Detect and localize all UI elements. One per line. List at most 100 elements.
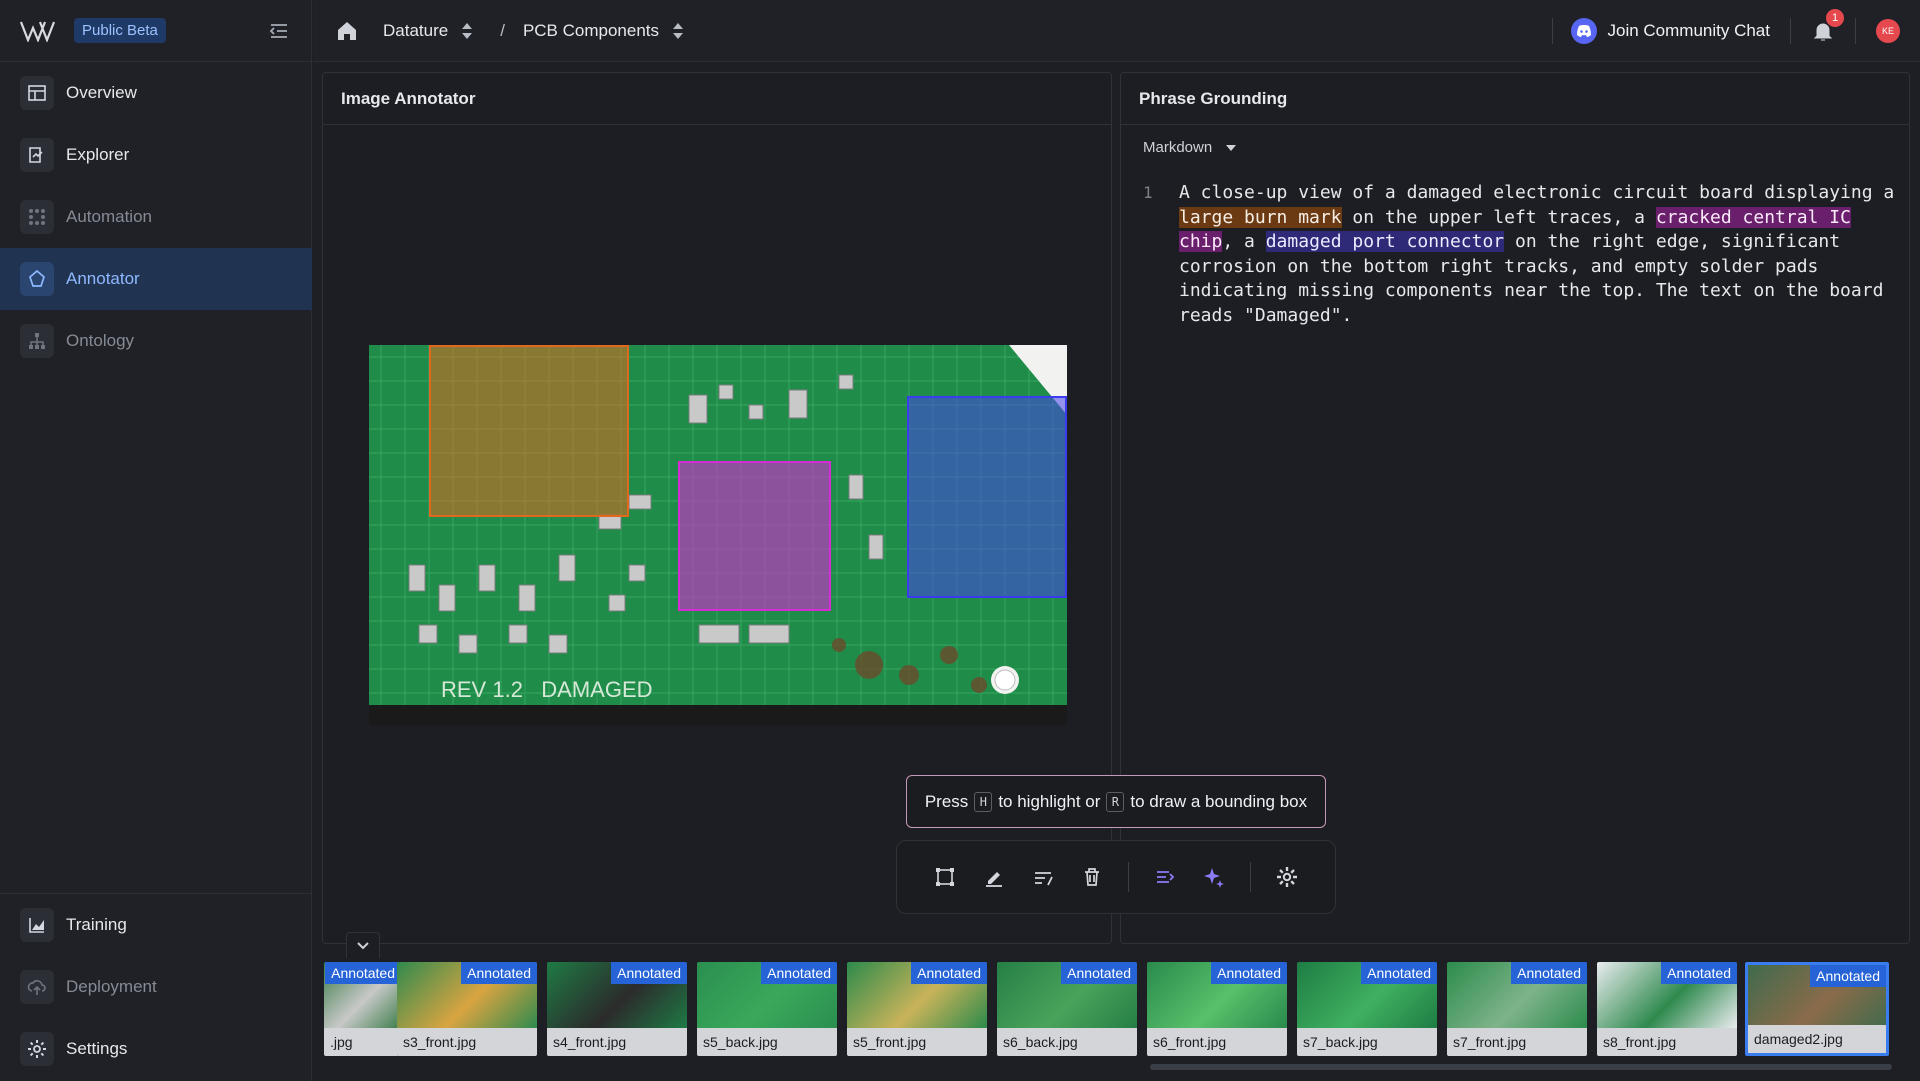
thumbnail-7[interactable]: Annotated s7_back.jpg [1297, 962, 1437, 1056]
thumbnail-filename: s7_back.jpg [1297, 1028, 1437, 1056]
sidebar-item-label: Training [66, 915, 127, 934]
breadcrumb-separator: / [500, 20, 505, 40]
collapse-sidebar-icon[interactable] [267, 19, 291, 43]
community-label: Join Community Chat [1607, 20, 1770, 40]
thumbnail-1[interactable]: Annotated s3_front.jpg [397, 962, 537, 1056]
ai-sparkle-icon[interactable] [1201, 864, 1227, 890]
discord-icon [1571, 17, 1598, 44]
user-avatar[interactable]: KE [1876, 18, 1900, 43]
join-community-button[interactable]: Join Community Chat [1571, 17, 1770, 44]
explorer-icon [20, 138, 54, 172]
caption-text[interactable]: A close-up view of a damaged electronic … [1179, 181, 1899, 329]
bounding-box-burn-mark[interactable] [429, 345, 629, 517]
sidebar-item-deployment[interactable]: Deployment [0, 956, 312, 1018]
datature-logo-icon[interactable] [20, 20, 56, 42]
sidebar-bottom-nav: Training Deployment Settings [0, 893, 312, 1080]
annotated-badge: Annotated [325, 962, 401, 984]
toolbar-settings-gear-icon[interactable] [1274, 864, 1300, 890]
divider [1855, 17, 1856, 44]
bounding-box-ic-chip[interactable] [678, 461, 831, 611]
panel-title: Phrase Grounding [1121, 73, 1909, 125]
bounding-box-port-connector[interactable] [907, 396, 1067, 598]
auto-align-icon[interactable] [1152, 864, 1178, 890]
ontology-icon [20, 324, 54, 358]
thumbnail-5[interactable]: Annotated s6_back.jpg [997, 962, 1137, 1056]
sort-toggle-icon [673, 22, 684, 39]
thumbnail-filename: damaged2.jpg [1748, 1025, 1886, 1053]
divider [1552, 17, 1554, 44]
settings-gear-icon [20, 1032, 54, 1066]
annotated-badge: Annotated [1211, 962, 1287, 984]
thumbnail-filename: s3_front.jpg [397, 1028, 537, 1056]
key-r: R [1106, 791, 1125, 812]
thumbnail-0[interactable]: Annotated .jpg [324, 962, 401, 1056]
thumbnail-filename: s8_front.jpg [1597, 1028, 1737, 1056]
thumbnail-3[interactable]: Annotated s5_back.jpg [697, 962, 837, 1056]
highlight-burn-mark[interactable]: large burn mark [1179, 206, 1342, 228]
highlighter-icon[interactable] [981, 864, 1007, 890]
sidebar-item-settings[interactable]: Settings [0, 1018, 312, 1080]
caret-down-icon [1226, 144, 1237, 151]
thumbnail-filename: .jpg [324, 1028, 401, 1056]
sidebar-item-explorer[interactable]: Explorer [0, 124, 312, 186]
annotated-badge: Annotated [761, 962, 837, 984]
sidebar-item-label: Settings [66, 1039, 128, 1058]
sidebar-item-overview[interactable]: Overview [0, 62, 312, 124]
breadcrumb-workspace[interactable]: Datature [383, 21, 474, 41]
thumbnail-6[interactable]: Annotated s6_front.jpg [1147, 962, 1287, 1056]
thumbnail-4[interactable]: Annotated s5_front.jpg [847, 962, 987, 1056]
breadcrumb-project-label: PCB Components [522, 20, 660, 40]
delete-trash-icon[interactable] [1079, 864, 1105, 890]
caption-segment: , a [1222, 231, 1266, 253]
annotated-badge: Annotated [1061, 962, 1137, 984]
sidebar-item-label: Overview [66, 83, 137, 102]
pcb-board-text: REV 1.2 DAMAGED [441, 677, 653, 702]
annotation-toolbar [896, 840, 1336, 914]
chevron-down-icon [357, 941, 369, 949]
sidebar-item-ontology[interactable]: Ontology [0, 310, 312, 372]
sidebar-item-label: Deployment [66, 977, 157, 996]
notification-count-badge: 1 [1826, 8, 1844, 27]
automation-icon [20, 200, 54, 234]
thumbnail-9[interactable]: Annotated s8_front.jpg [1597, 962, 1737, 1056]
annotated-badge: Annotated [611, 962, 687, 984]
bounding-box-tool-icon[interactable] [932, 864, 958, 890]
annotated-badge: Annotated [911, 962, 987, 984]
highlight-port-connector[interactable]: damaged port connector [1265, 231, 1505, 253]
thumbnail-8[interactable]: Annotated s7_front.jpg [1447, 962, 1587, 1056]
sidebar-item-label: Automation [66, 207, 152, 226]
image-filmstrip: Annotated .jpg Annotated s3_front.jpg Annota… [322, 958, 1910, 1076]
overview-icon [20, 76, 54, 110]
sidebar: Public Beta Overview Explorer Automation… [0, 0, 312, 1081]
sidebar-item-label: Explorer [66, 145, 130, 164]
key-h: H [974, 791, 993, 812]
breadcrumb-workspace-label: Datature [383, 20, 449, 40]
line-number: 1 [1143, 183, 1153, 202]
caption-segment: A close-up view of a damaged electronic … [1179, 182, 1895, 203]
sort-toggle-icon [462, 22, 473, 39]
sidebar-item-training[interactable]: Training [0, 894, 312, 956]
sidebar-item-automation[interactable]: Automation [0, 186, 312, 248]
thumbnail-filename: s4_front.jpg [547, 1028, 687, 1056]
thumbnail-filename: s5_front.jpg [847, 1028, 987, 1056]
thumbnail-10[interactable]: Annotated damaged2.jpg [1745, 962, 1889, 1056]
thumbnail-2[interactable]: Annotated s4_front.jpg [547, 962, 687, 1056]
divider [1790, 17, 1791, 44]
sidebar-item-label: Ontology [66, 331, 135, 350]
filmstrip-scrollbar[interactable] [1150, 1064, 1892, 1070]
breadcrumb-project[interactable]: PCB Components [523, 21, 685, 41]
format-select[interactable]: Markdown [1143, 139, 1237, 156]
clear-highlight-icon[interactable] [1030, 864, 1056, 890]
annotated-badge: Annotated [1661, 962, 1737, 984]
annotation-canvas[interactable]: REV 1.2 DAMAGED [369, 345, 1067, 725]
expand-filmstrip-button[interactable] [346, 932, 380, 958]
home-icon[interactable] [335, 19, 359, 43]
thumbnail-filename: s6_back.jpg [997, 1028, 1137, 1056]
toolbar-divider [1250, 862, 1251, 892]
hint-suffix: to draw a bounding box [1130, 791, 1308, 811]
sidebar-item-annotator[interactable]: Annotator [0, 248, 312, 310]
public-beta-badge: Public Beta [74, 18, 166, 43]
thumbnail-filename: s6_front.jpg [1147, 1028, 1287, 1056]
annotated-badge: Annotated [461, 962, 537, 984]
notifications-button[interactable]: 1 [1811, 8, 1844, 43]
